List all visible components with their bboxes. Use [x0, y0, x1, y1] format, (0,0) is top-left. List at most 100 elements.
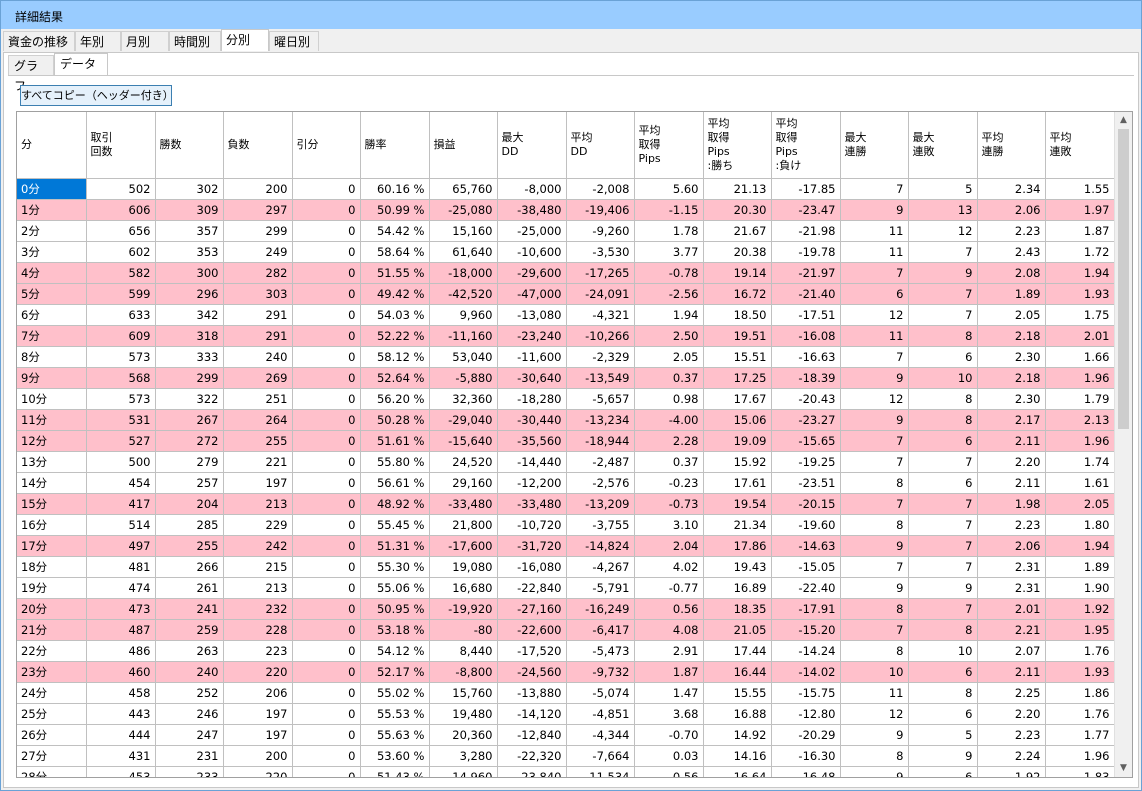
- table-cell[interactable]: 0: [292, 493, 361, 515]
- table-cell[interactable]: -16.08: [771, 325, 841, 347]
- table-cell[interactable]: 19.09: [703, 430, 772, 452]
- table-cell[interactable]: 0.37: [634, 367, 704, 389]
- table-cell[interactable]: 21.67: [703, 220, 772, 242]
- table-cell[interactable]: 7: [908, 556, 978, 578]
- table-cell[interactable]: 500: [86, 451, 156, 473]
- table-cell[interactable]: 50.28 %: [360, 409, 430, 431]
- table-row[interactable]: 23分 460 240 220 0 52.17 % -8,800 -24,560 -9,732 1…: [17, 661, 1115, 683]
- table-cell[interactable]: -20.43: [771, 388, 841, 410]
- table-cell[interactable]: 514: [86, 514, 156, 536]
- table-cell[interactable]: 322: [155, 388, 224, 410]
- table-cell[interactable]: 2.23: [977, 724, 1046, 746]
- table-cell[interactable]: -10,266: [566, 325, 635, 347]
- column-header[interactable]: 平均 取得 Pips :負け: [771, 112, 841, 179]
- table-cell[interactable]: 502: [86, 178, 156, 200]
- table-cell[interactable]: 12分: [17, 430, 87, 452]
- table-cell[interactable]: 1.74: [1045, 451, 1115, 473]
- column-header[interactable]: 取引 回数: [86, 112, 156, 179]
- table-cell[interactable]: 263: [155, 640, 224, 662]
- table-cell[interactable]: 223: [223, 640, 293, 662]
- table-cell[interactable]: 431: [86, 745, 156, 767]
- table-cell[interactable]: 2.06: [977, 199, 1046, 221]
- table-cell[interactable]: -2,487: [566, 451, 635, 473]
- table-cell[interactable]: 18.50: [703, 304, 772, 326]
- table-cell[interactable]: -15.75: [771, 682, 841, 704]
- table-cell[interactable]: 0: [292, 745, 361, 767]
- table-cell[interactable]: -17,265: [566, 262, 635, 284]
- table-cell[interactable]: 1.75: [1045, 304, 1115, 326]
- table-cell[interactable]: 19.54: [703, 493, 772, 515]
- table-cell[interactable]: 2.25: [977, 682, 1046, 704]
- table-cell[interactable]: 6分: [17, 304, 87, 326]
- table-cell[interactable]: 1.61: [1045, 472, 1115, 494]
- table-cell[interactable]: 9: [908, 577, 978, 599]
- table-cell[interactable]: -13,880: [497, 682, 567, 704]
- subtab-graph[interactable]: グラフ: [8, 55, 54, 93]
- table-cell[interactable]: -47,000: [497, 283, 567, 305]
- tab-hourly[interactable]: 時間別: [169, 31, 221, 51]
- table-cell[interactable]: 599: [86, 283, 156, 305]
- table-cell[interactable]: 14分: [17, 472, 87, 494]
- table-cell[interactable]: 17分: [17, 535, 87, 557]
- table-cell[interactable]: 486: [86, 640, 156, 662]
- table-cell[interactable]: -2.56: [634, 283, 704, 305]
- table-cell[interactable]: 259: [155, 619, 224, 641]
- table-cell[interactable]: 17.61: [703, 472, 772, 494]
- table-cell[interactable]: 12: [908, 220, 978, 242]
- table-cell[interactable]: 24分: [17, 682, 87, 704]
- table-cell[interactable]: 49.42 %: [360, 283, 430, 305]
- table-cell[interactable]: 220: [223, 661, 293, 683]
- table-cell[interactable]: 3.10: [634, 514, 704, 536]
- table-cell[interactable]: -19.78: [771, 241, 841, 263]
- table-cell[interactable]: 458: [86, 682, 156, 704]
- table-cell[interactable]: 2.21: [977, 619, 1046, 641]
- table-cell[interactable]: -18.39: [771, 367, 841, 389]
- table-cell[interactable]: -16.48: [771, 766, 841, 777]
- table-cell[interactable]: -14.63: [771, 535, 841, 557]
- table-cell[interactable]: -20.15: [771, 493, 841, 515]
- table-cell[interactable]: -31,720: [497, 535, 567, 557]
- tab-fund-transition[interactable]: 資金の推移: [3, 31, 75, 51]
- table-cell[interactable]: 1.92: [1045, 598, 1115, 620]
- table-cell[interactable]: 1.83: [1045, 766, 1115, 777]
- table-cell[interactable]: 241: [155, 598, 224, 620]
- table-cell[interactable]: 1.76: [1045, 640, 1115, 662]
- table-cell[interactable]: 7: [908, 514, 978, 536]
- table-cell[interactable]: 233: [155, 766, 224, 777]
- table-cell[interactable]: 5: [908, 724, 978, 746]
- table-cell[interactable]: -19.25: [771, 451, 841, 473]
- table-cell[interactable]: 16分: [17, 514, 87, 536]
- table-row[interactable]: 7分 609 318 291 0 52.22 % -11,160 -23,240 -10,266…: [17, 325, 1115, 347]
- table-cell[interactable]: 2.23: [977, 514, 1046, 536]
- table-cell[interactable]: 14.92: [703, 724, 772, 746]
- table-cell[interactable]: -16.30: [771, 745, 841, 767]
- table-cell[interactable]: 357: [155, 220, 224, 242]
- tab-yearly[interactable]: 年別: [75, 31, 121, 51]
- table-cell[interactable]: 197: [223, 472, 293, 494]
- copy-all-with-header-button[interactable]: すべてコピー（ヘッダー付き）: [20, 85, 174, 106]
- table-cell[interactable]: 1分: [17, 199, 87, 221]
- table-cell[interactable]: 10: [840, 661, 909, 683]
- table-cell[interactable]: 1.66: [1045, 346, 1115, 368]
- table-cell[interactable]: 297: [223, 199, 293, 221]
- table-cell[interactable]: 0: [292, 766, 361, 777]
- table-row[interactable]: 25分 443 246 197 0 55.53 % 19,480 -14,120 -4,851 3…: [17, 703, 1115, 725]
- table-cell[interactable]: -38,480: [497, 199, 567, 221]
- table-cell[interactable]: 2.17: [977, 409, 1046, 431]
- table-cell[interactable]: 417: [86, 493, 156, 515]
- table-cell[interactable]: 302: [155, 178, 224, 200]
- vertical-scrollbar[interactable]: ▲ ▼: [1114, 112, 1132, 777]
- table-cell[interactable]: 7: [840, 619, 909, 641]
- table-row[interactable]: 17分 497 255 242 0 51.31 % -17,600 -31,720 -14,82…: [17, 535, 1115, 557]
- table-cell[interactable]: -35,560: [497, 430, 567, 452]
- scroll-up-arrow-icon[interactable]: ▲: [1115, 112, 1132, 129]
- table-cell[interactable]: -80: [429, 619, 498, 641]
- table-cell[interactable]: 2.18: [977, 367, 1046, 389]
- table-cell[interactable]: 2.04: [634, 535, 704, 557]
- table-cell[interactable]: 8: [840, 472, 909, 494]
- table-cell[interactable]: 11分: [17, 409, 87, 431]
- table-cell[interactable]: 55.80 %: [360, 451, 430, 473]
- table-cell[interactable]: 0: [292, 409, 361, 431]
- table-cell[interactable]: 21,800: [429, 514, 498, 536]
- table-cell[interactable]: 266: [155, 556, 224, 578]
